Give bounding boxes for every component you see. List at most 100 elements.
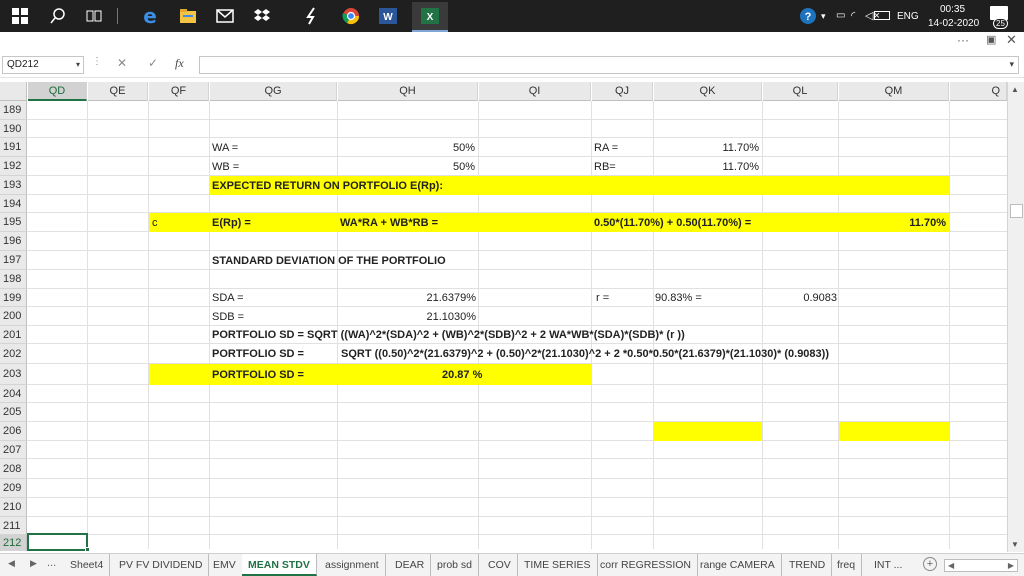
row-header-191[interactable]: 191	[0, 138, 27, 157]
row-header-212[interactable]: 212	[0, 535, 27, 551]
cell-wa-value[interactable]: 50%	[380, 139, 475, 157]
row-header-197[interactable]: 197	[0, 251, 27, 270]
tab-cov[interactable]: COV	[482, 554, 518, 576]
cell-sd-heading[interactable]: STANDARD DEVIATION OF THE PORTFOLIO	[212, 252, 446, 270]
hscroll-left-icon[interactable]: ◀	[948, 561, 954, 570]
tab-int[interactable]: INT ...	[868, 554, 908, 576]
cell-ra-label[interactable]: RA =	[594, 139, 618, 157]
select-all-corner[interactable]	[0, 82, 27, 101]
row-header-204[interactable]: 204	[0, 385, 27, 403]
cell-r-percent[interactable]: 90.83% =	[655, 289, 702, 307]
cell-erp-formula[interactable]: WA*RA + WB*RB =	[340, 214, 438, 232]
row-header-189[interactable]: 189	[0, 101, 27, 120]
more-options-icon[interactable]: ···	[957, 33, 969, 47]
row-header-206[interactable]: 206	[0, 422, 27, 441]
restore-window-icon[interactable]: ▣	[986, 33, 996, 47]
name-box-dropdown-icon[interactable]: ▾	[76, 60, 80, 69]
cell-erp-label[interactable]: E(Rp) =	[212, 214, 251, 232]
search-icon[interactable]	[46, 4, 70, 28]
row-header-195[interactable]: 195	[0, 213, 27, 232]
row-header-198[interactable]: 198	[0, 270, 27, 289]
tab-sheet4[interactable]: Sheet4	[64, 554, 111, 576]
row-header-194[interactable]: 194	[0, 195, 27, 213]
scroll-down-icon[interactable]: ▼	[1011, 540, 1019, 549]
column-header-QD[interactable]: QD	[28, 82, 87, 101]
column-header-partial[interactable]: Q	[950, 82, 1007, 101]
edge-browser-icon[interactable]: e	[138, 4, 162, 28]
formula-input[interactable]: ▾	[199, 56, 1019, 74]
row-header-196[interactable]: 196	[0, 232, 27, 251]
clock-time[interactable]: 00:35	[940, 4, 965, 15]
tab-dear[interactable]: DEAR	[389, 554, 432, 576]
cell-c-label[interactable]: c	[152, 214, 158, 232]
column-header-QJ[interactable]: QJ	[592, 82, 653, 101]
cell-sdb-value[interactable]: 21.1030%	[380, 308, 476, 326]
cell-sda-label[interactable]: SDA =	[212, 289, 244, 307]
winamp-icon[interactable]	[300, 4, 324, 28]
tab-trend[interactable]: TREND	[783, 554, 833, 576]
tab-assignment[interactable]: assignment	[319, 554, 386, 576]
cell-portfolio-sd-label[interactable]: PORTFOLIO SD =	[212, 345, 304, 363]
tab-emv[interactable]: EMV	[207, 554, 243, 576]
row-header-203[interactable]: 203	[0, 364, 27, 385]
cell-expected-return-heading[interactable]: EXPECTED RETURN ON PORTFOLIO E(Rp):	[212, 177, 443, 195]
cell-sdb-label[interactable]: SDB =	[212, 308, 244, 326]
tab-scroll-right-icon[interactable]: ▶	[30, 558, 37, 569]
cell-rb-label[interactable]: RB=	[594, 158, 616, 176]
confirm-entry-icon[interactable]: ✓	[148, 56, 158, 70]
close-window-icon[interactable]: ✕	[1006, 32, 1017, 47]
add-sheet-icon[interactable]: +	[923, 557, 937, 571]
cell-ra-value[interactable]: 11.70%	[680, 139, 760, 157]
row-header-207[interactable]: 207	[0, 441, 27, 459]
selected-cell-QD212[interactable]	[27, 533, 88, 551]
spreadsheet-grid[interactable]: QD QE QF QG QH QI QJ QK QL QM Q 189 190 …	[0, 82, 1024, 552]
dropbox-icon[interactable]	[250, 4, 274, 28]
row-header-208[interactable]: 208	[0, 459, 27, 479]
word-icon[interactable]: W	[376, 4, 400, 28]
tab-prob-sd[interactable]: prob sd	[431, 554, 480, 576]
cell-sda-value[interactable]: 21.6379%	[380, 289, 476, 307]
cell-erp-result[interactable]: 11.70%	[860, 214, 946, 232]
language-indicator[interactable]: ENG	[897, 11, 919, 22]
cancel-entry-icon[interactable]: ✕	[117, 56, 127, 70]
tray-chevron-icon[interactable]: ▾	[821, 11, 826, 22]
column-header-QL[interactable]: QL	[763, 82, 838, 101]
tab-range-camera[interactable]: range CAMERA	[694, 554, 782, 576]
row-header-202[interactable]: 202	[0, 344, 27, 364]
row-header-205[interactable]: 205	[0, 403, 27, 422]
tab-mean-stdv[interactable]: MEAN STDV	[242, 554, 317, 576]
tab-corr-regression[interactable]: corr REGRESSION	[594, 554, 699, 576]
row-header-193[interactable]: 193	[0, 176, 27, 195]
row-header-201[interactable]: 201	[0, 326, 27, 344]
column-header-QF[interactable]: QF	[149, 82, 209, 101]
cell-wb-value[interactable]: 50%	[380, 158, 475, 176]
file-explorer-icon[interactable]	[176, 4, 200, 28]
column-header-QG[interactable]: QG	[210, 82, 337, 101]
cell-erp-substituted[interactable]: 0.50*(11.70%) + 0.50(11.70%) =	[594, 214, 751, 232]
hscroll-right-icon[interactable]: ▶	[1008, 561, 1014, 570]
column-header-QM[interactable]: QM	[839, 82, 949, 101]
cell-portfolio-sd-formula[interactable]: PORTFOLIO SD = SQRT ((WA)^2*(SDA)^2 + (W…	[212, 326, 685, 344]
row-header-190[interactable]: 190	[0, 120, 27, 138]
tab-more-ellipsis[interactable]: ...	[47, 557, 56, 569]
row-header-209[interactable]: 209	[0, 479, 27, 498]
help-icon[interactable]: ?	[796, 4, 820, 28]
scroll-up-icon[interactable]: ▲	[1011, 85, 1019, 94]
cell-portfolio-sd-result[interactable]: 20.87 %	[442, 366, 482, 384]
row-header-192[interactable]: 192	[0, 157, 27, 176]
cell-r-label[interactable]: r =	[596, 289, 609, 307]
column-header-QI[interactable]: QI	[479, 82, 591, 101]
row-header-200[interactable]: 200	[0, 307, 27, 326]
cell-wb-label[interactable]: WB =	[212, 158, 239, 176]
tab-time-series[interactable]: TIME SERIES	[518, 554, 598, 576]
expand-formula-bar-icon[interactable]: ▾	[1009, 59, 1014, 70]
excel-icon[interactable]: X	[412, 2, 448, 30]
vertical-scrollbar[interactable]: ▲ ▼	[1007, 82, 1024, 552]
column-header-QK[interactable]: QK	[654, 82, 762, 101]
scrollbar-thumb[interactable]	[1010, 204, 1023, 218]
name-box[interactable]: QD212 ▾	[2, 56, 84, 74]
battery-icon[interactable]: ▭	[836, 10, 845, 21]
task-view-icon[interactable]	[82, 4, 106, 28]
cell-portfolio-sd-substituted[interactable]: SQRT ((0.50)^2*(21.6379)^2 + (0.50)^2*(2…	[341, 345, 829, 363]
clock-date[interactable]: 14-02-2020	[928, 18, 979, 29]
